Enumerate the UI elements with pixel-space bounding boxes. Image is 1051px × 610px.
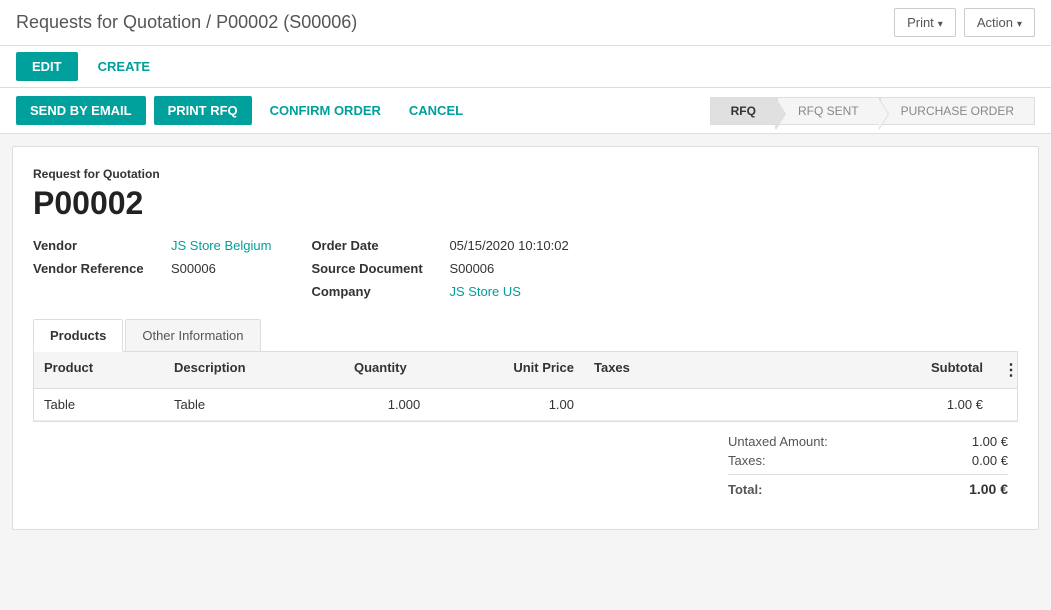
source-document-value: S00006	[449, 261, 494, 276]
breadcrumb-current: P00002 (S00006)	[216, 12, 357, 32]
cell-row-action	[993, 389, 1017, 420]
document-type-label: Request for Quotation	[33, 167, 1018, 181]
untaxed-amount-row: Untaxed Amount: 1.00 €	[728, 434, 1008, 449]
tab-other-information[interactable]: Other Information	[125, 319, 260, 351]
fields-left: Vendor JS Store Belgium Vendor Reference…	[33, 238, 271, 299]
cell-taxes	[584, 389, 684, 420]
print-rfq-button[interactable]: PRINT RFQ	[154, 96, 252, 125]
workflow-buttons: SEND BY EMAIL PRINT RFQ CONFIRM ORDER CA…	[16, 96, 710, 125]
col-actions-icon[interactable]: ⋮	[1003, 362, 1019, 379]
breadcrumb-separator: /	[206, 12, 211, 32]
cell-unit-price: 1.00	[464, 389, 584, 420]
print-chevron-icon	[938, 15, 943, 30]
grand-total-row: Total: 1.00 €	[728, 474, 1008, 497]
order-date-label: Order Date	[311, 238, 441, 253]
confirm-order-button[interactable]: CONFIRM ORDER	[260, 96, 391, 125]
workflow-bar: SEND BY EMAIL PRINT RFQ CONFIRM ORDER CA…	[0, 88, 1051, 134]
action-bar: EDIT CREATE	[0, 46, 1051, 88]
step-rfq: RFQ	[710, 97, 777, 125]
totals-section: Untaxed Amount: 1.00 € Taxes: 0.00 € Tot…	[33, 422, 1018, 509]
fields-right: Order Date 05/15/2020 10:10:02 Source Do…	[311, 238, 568, 299]
order-date-field: Order Date 05/15/2020 10:10:02	[311, 238, 568, 253]
print-button[interactable]: Print	[894, 8, 956, 37]
vendor-reference-value: S00006	[171, 261, 216, 276]
taxes-label: Taxes:	[728, 453, 766, 468]
document-number: P00002	[33, 185, 1018, 222]
total-value: 1.00 €	[928, 481, 1008, 497]
col-taxes: Taxes	[584, 352, 684, 388]
table-header: Product Description Quantity Unit Price …	[34, 352, 1017, 389]
create-button[interactable]: CREATE	[86, 52, 162, 81]
tab-products[interactable]: Products	[33, 319, 123, 352]
action-button[interactable]: Action	[964, 8, 1035, 37]
edit-button[interactable]: EDIT	[16, 52, 78, 81]
fields-section: Vendor JS Store Belgium Vendor Reference…	[33, 238, 1018, 299]
table-row[interactable]: Table Table 1.000 1.00 1.00 €	[34, 389, 1017, 421]
cell-product: Table	[34, 389, 164, 420]
totals-table: Untaxed Amount: 1.00 € Taxes: 0.00 € Tot…	[728, 434, 1008, 497]
vendor-reference-field: Vendor Reference S00006	[33, 261, 271, 276]
cancel-button[interactable]: CANCEL	[399, 96, 473, 125]
breadcrumb: Requests for Quotation / P00002 (S00006)	[16, 12, 357, 33]
col-subtotal: Subtotal	[684, 352, 993, 388]
col-description: Description	[164, 352, 344, 388]
col-actions: ⋮	[993, 352, 1017, 388]
source-document-label: Source Document	[311, 261, 441, 276]
untaxed-label: Untaxed Amount:	[728, 434, 828, 449]
cell-subtotal: 1.00 €	[684, 389, 993, 420]
top-bar: Requests for Quotation / P00002 (S00006)…	[0, 0, 1051, 46]
order-date-value: 05/15/2020 10:10:02	[449, 238, 568, 253]
top-bar-actions: Print Action	[894, 8, 1035, 37]
company-value[interactable]: JS Store US	[449, 284, 521, 299]
products-table: Product Description Quantity Unit Price …	[33, 352, 1018, 422]
untaxed-value: 1.00 €	[928, 434, 1008, 449]
step-purchase-order: PURCHASE ORDER	[880, 97, 1035, 125]
cell-description: Table	[164, 389, 344, 420]
main-content: Request for Quotation P00002 Vendor JS S…	[12, 146, 1039, 530]
company-field: Company JS Store US	[311, 284, 568, 299]
col-quantity: Quantity	[344, 352, 464, 388]
vendor-label: Vendor	[33, 238, 163, 253]
col-unit-price: Unit Price	[464, 352, 584, 388]
action-chevron-icon	[1017, 15, 1022, 30]
source-document-field: Source Document S00006	[311, 261, 568, 276]
send-email-button[interactable]: SEND BY EMAIL	[16, 96, 146, 125]
company-label: Company	[311, 284, 441, 299]
breadcrumb-parent[interactable]: Requests for Quotation	[16, 12, 201, 32]
total-label: Total:	[728, 482, 762, 497]
vendor-field: Vendor JS Store Belgium	[33, 238, 271, 253]
vendor-value[interactable]: JS Store Belgium	[171, 238, 271, 253]
tabs: Products Other Information	[33, 319, 1018, 352]
cell-quantity: 1.000	[344, 389, 464, 420]
vendor-reference-label: Vendor Reference	[33, 261, 163, 276]
taxes-value: 0.00 €	[928, 453, 1008, 468]
status-steps: RFQ RFQ SENT PURCHASE ORDER	[710, 97, 1035, 125]
taxes-row: Taxes: 0.00 €	[728, 453, 1008, 468]
col-product: Product	[34, 352, 164, 388]
step-rfq-sent: RFQ SENT	[777, 97, 880, 125]
